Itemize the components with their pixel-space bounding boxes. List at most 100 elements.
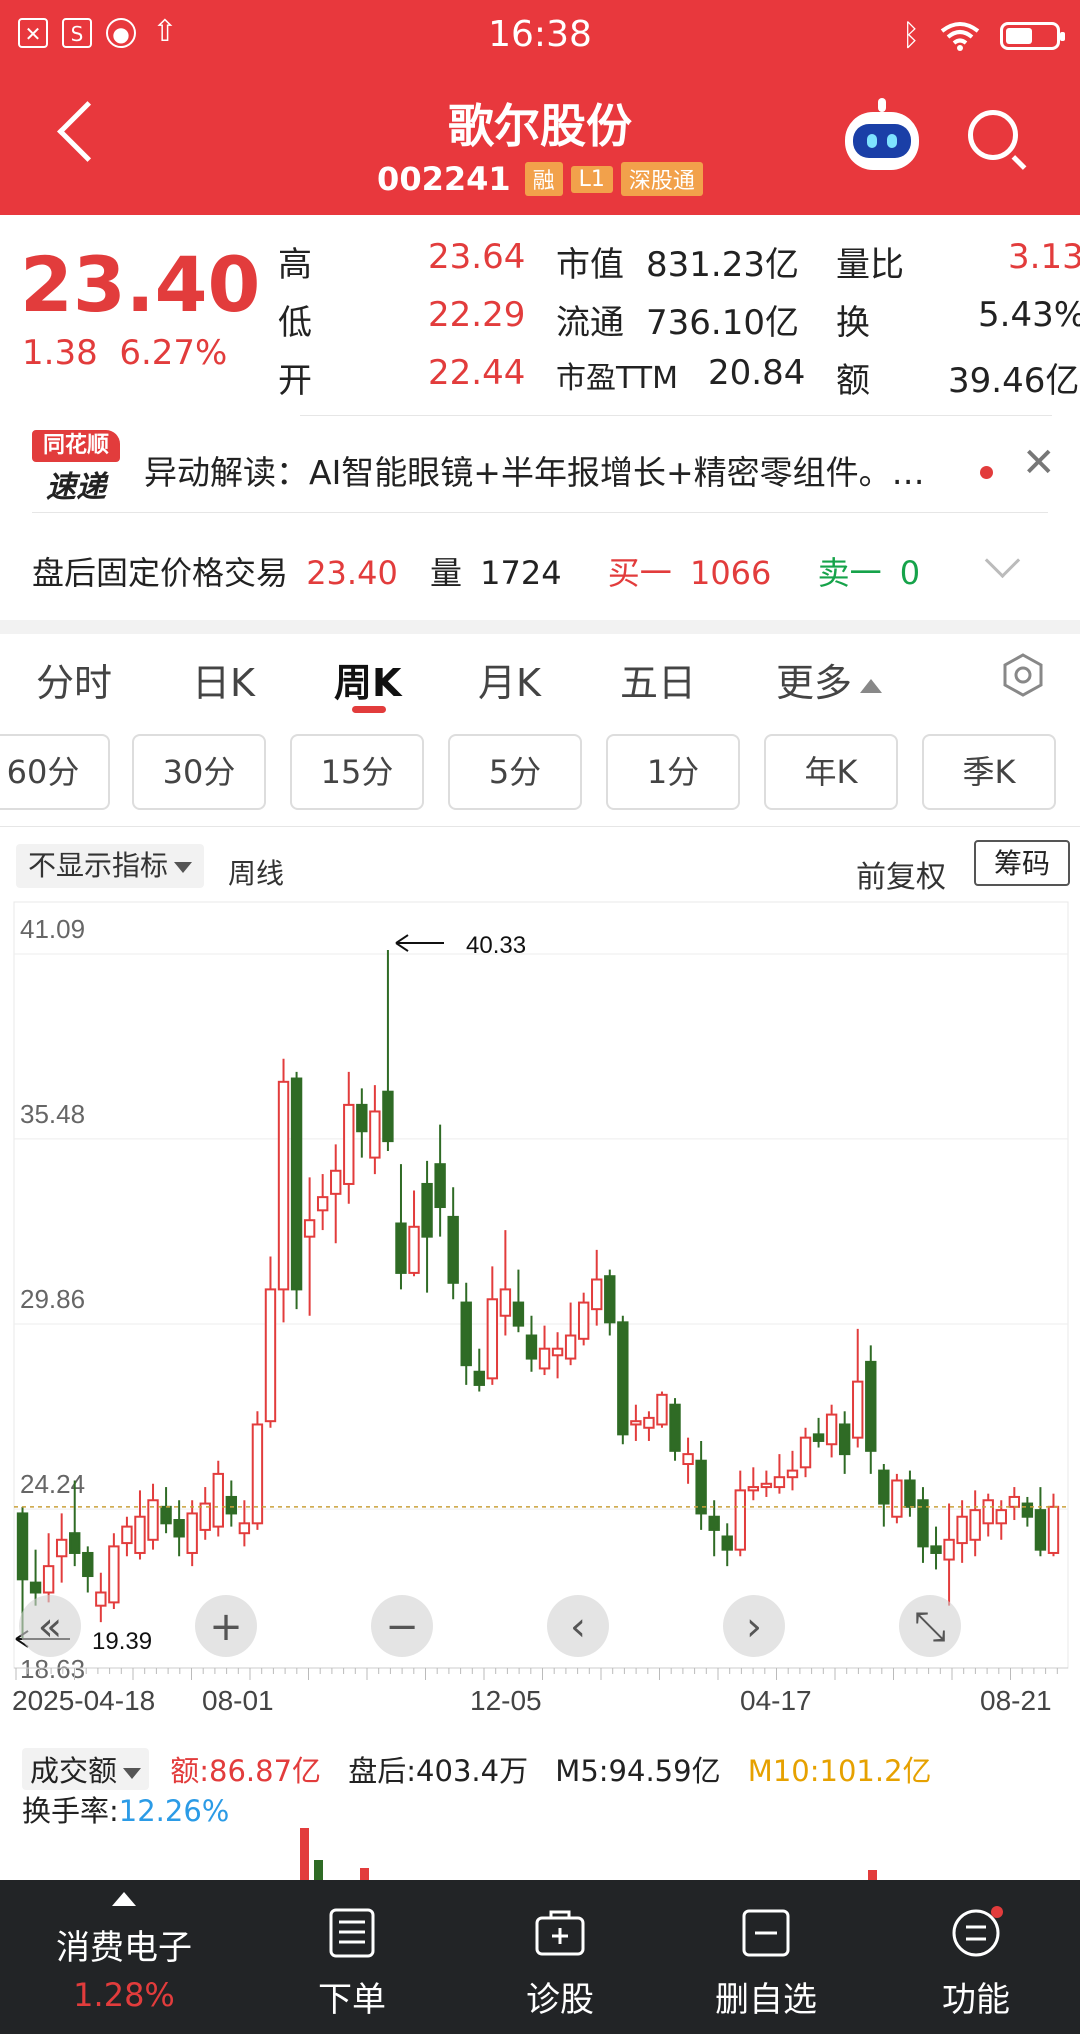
period-30m-button[interactable]: 30分 bbox=[132, 734, 266, 810]
period-1m-button[interactable]: 1分 bbox=[606, 734, 740, 810]
high-value: 23.64 bbox=[428, 237, 526, 277]
candle-body bbox=[264, 1288, 277, 1423]
candle-body bbox=[395, 1222, 407, 1274]
news-logo: 同花顺 速递 bbox=[32, 430, 120, 505]
candle-body bbox=[512, 1301, 525, 1327]
candle-body bbox=[82, 1551, 94, 1578]
candlestick-chart[interactable]: 41.0935.4829.8624.2418.6340.3319.39« + − ‹ ›… bbox=[0, 898, 1080, 1738]
after-hours-vol-label: 量 bbox=[429, 554, 462, 592]
order-button[interactable]: 下单 bbox=[252, 1880, 452, 2034]
volume-bar bbox=[360, 1868, 369, 1880]
tab-intraday[interactable]: 分时 bbox=[36, 652, 112, 707]
sector-info-button[interactable]: 消费电子 1.28% bbox=[24, 1880, 224, 2034]
candle-body bbox=[538, 1347, 551, 1370]
y-tick-label: 35.48 bbox=[20, 1099, 85, 1129]
search-icon[interactable] bbox=[968, 110, 1018, 160]
candle-body bbox=[995, 1509, 1007, 1525]
candle-body bbox=[708, 1515, 720, 1531]
candle-body bbox=[930, 1545, 942, 1554]
tab-monthly-k[interactable]: 月K bbox=[478, 652, 541, 707]
chips-button[interactable]: 筹码 bbox=[974, 840, 1070, 886]
volume-type-dropdown[interactable]: 成交额 bbox=[22, 1748, 150, 1790]
period-5m-button[interactable]: 5分 bbox=[448, 734, 582, 810]
diagnose-button[interactable]: 诊股 bbox=[460, 1880, 660, 2034]
news-banner[interactable]: 同花顺 速递 异动解读：AI智能眼镜+半年报增长+精密零组件。… ✕ bbox=[0, 420, 1080, 520]
period-year-k-button[interactable]: 年K bbox=[764, 734, 898, 810]
current-price: 23.40 bbox=[20, 240, 261, 329]
mcap-value: 831.23亿 bbox=[646, 245, 799, 285]
sell1-value: 0 bbox=[899, 554, 921, 592]
robot-assistant-icon[interactable] bbox=[845, 98, 919, 170]
candle-body bbox=[734, 1489, 746, 1551]
plot-frame bbox=[13, 901, 1069, 1669]
adjust-button[interactable]: 前复权 bbox=[856, 852, 946, 896]
candle-body bbox=[486, 1298, 499, 1380]
header: ✕ S ● ⇧ 16:38 ᛒ 歌尔股份 002241 融 L1 深股通 bbox=[0, 0, 1080, 215]
news-divider bbox=[32, 512, 1048, 513]
chart-tabs: 分时 日K 周K 月K 五日 更多 bbox=[0, 634, 1080, 734]
news-logo-top: 同花顺 bbox=[32, 430, 120, 462]
candle-body bbox=[330, 1169, 342, 1195]
diagnose-label: 诊股 bbox=[526, 1980, 594, 2020]
chevron-down-icon[interactable] bbox=[984, 542, 1021, 579]
tab-more-label: 更多 bbox=[776, 661, 853, 705]
tab-more[interactable]: 更多 bbox=[776, 652, 883, 707]
after-hours-label: 盘后固定价格交易 bbox=[32, 554, 289, 592]
volume-bar bbox=[868, 1870, 877, 1880]
candle-body bbox=[721, 1535, 733, 1551]
candle-body bbox=[956, 1515, 968, 1545]
candle-body bbox=[499, 1288, 512, 1317]
close-icon[interactable]: ✕ bbox=[1022, 440, 1056, 486]
x-tick-label: 08-21 bbox=[980, 1685, 1052, 1716]
candle-body bbox=[617, 1321, 629, 1436]
tab-five-day[interactable]: 五日 bbox=[620, 652, 696, 707]
candle-body bbox=[16, 1512, 29, 1581]
after-hours-row[interactable]: 盘后固定价格交易 23.40 量 1724 买一 1066 卖一 0 bbox=[32, 548, 920, 594]
fullscreen-icon-glyph: ⤡ bbox=[914, 1604, 946, 1650]
margin-tag: 融 bbox=[524, 162, 563, 196]
candle-body bbox=[682, 1453, 694, 1466]
period-label: 周线 bbox=[228, 857, 285, 890]
fast-back-icon-glyph: « bbox=[38, 1604, 62, 1650]
candle-body bbox=[695, 1459, 707, 1515]
order-label: 下单 bbox=[318, 1980, 386, 2020]
buy1-value: 1066 bbox=[689, 554, 772, 592]
period-60m-button[interactable]: 60分 bbox=[0, 734, 110, 810]
candle-body bbox=[225, 1495, 238, 1515]
nav-bar: 歌尔股份 002241 融 L1 深股通 bbox=[0, 72, 1080, 215]
remove-watchlist-label: 删自选 bbox=[715, 1980, 817, 2020]
sell1-label: 卖一 bbox=[817, 554, 882, 592]
period-divider bbox=[0, 826, 1080, 827]
active-tab-indicator bbox=[352, 706, 386, 713]
period-15m-button[interactable]: 15分 bbox=[290, 734, 424, 810]
period-quarter-k-button[interactable]: 季K bbox=[922, 734, 1056, 810]
battery-icon bbox=[1000, 21, 1065, 50]
volume-bars bbox=[300, 1828, 877, 1880]
section-gap bbox=[0, 620, 1080, 634]
turnover-label: 换 bbox=[836, 303, 870, 343]
medical-kit-icon bbox=[535, 1910, 585, 1956]
candle-body bbox=[238, 1522, 251, 1535]
indicator-dropdown[interactable]: 不显示指标 bbox=[16, 844, 205, 888]
candle-body bbox=[473, 1370, 485, 1386]
open-value: 22.44 bbox=[428, 353, 526, 393]
candle-body bbox=[525, 1334, 538, 1360]
change-percent: 6.27% bbox=[119, 333, 228, 373]
candle-body bbox=[591, 1278, 603, 1311]
candle-body bbox=[251, 1423, 264, 1525]
volume-amount-label: 额: bbox=[170, 1754, 210, 1788]
x-tick-label: 04-17 bbox=[740, 1685, 812, 1716]
high-label: 高 bbox=[278, 245, 312, 285]
candle-body bbox=[786, 1469, 799, 1479]
stock-detail-page: ✕ S ● ⇧ 16:38 ᛒ 歌尔股份 002241 融 L1 深股通 23.… bbox=[0, 0, 1080, 2034]
functions-button[interactable]: 功能 bbox=[876, 1880, 1076, 2034]
tab-weekly-k[interactable]: 周K bbox=[334, 652, 401, 707]
settings-hexagon-icon[interactable] bbox=[1000, 652, 1046, 698]
volume-amount: 86.87亿 bbox=[209, 1754, 322, 1788]
remove-watchlist-button[interactable]: 删自选 bbox=[666, 1880, 866, 2034]
zoom-out-icon-glyph: − bbox=[385, 1604, 419, 1650]
bluetooth-icon: ᛒ bbox=[902, 18, 920, 53]
open-label: 开 bbox=[278, 361, 312, 401]
tab-daily-k[interactable]: 日K bbox=[192, 652, 255, 707]
m10-value: 101.2亿 bbox=[819, 1754, 932, 1788]
